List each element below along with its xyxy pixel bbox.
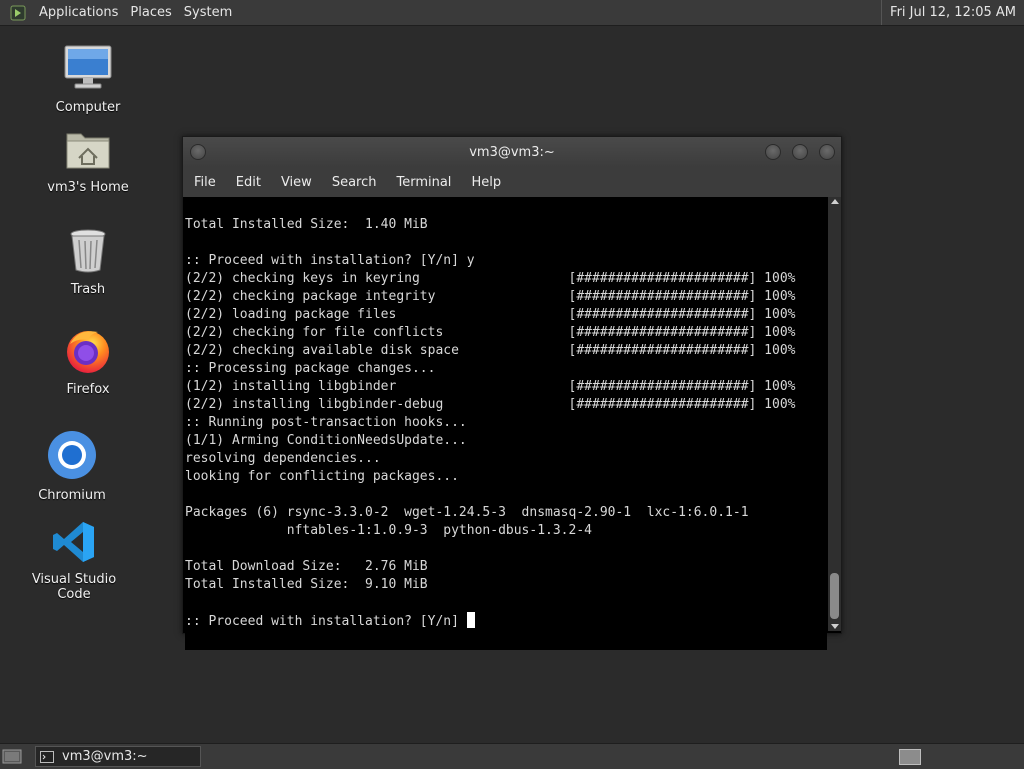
desktop-icon-home[interactable]: vm3's Home xyxy=(33,128,143,195)
scroll-down-arrow-icon[interactable] xyxy=(831,624,839,629)
terminal-prompt: :: Proceed with installation? [Y/n] xyxy=(185,614,467,629)
vscode-icon xyxy=(19,520,129,568)
terminal-line: (1/1) Arming ConditionNeedsUpdate... xyxy=(185,433,467,448)
terminal-line: resolving dependencies... xyxy=(185,451,381,466)
terminal-line: looking for conflicting packages... xyxy=(185,469,459,484)
menu-terminal[interactable]: Terminal xyxy=(386,175,461,190)
firefox-icon xyxy=(33,326,143,378)
clock[interactable]: Fri Jul 12, 12:05 AM xyxy=(881,0,1020,25)
desktop-icon-vscode[interactable]: Visual Studio Code xyxy=(19,520,129,602)
terminal-scrollbar[interactable] xyxy=(828,197,841,631)
desktop-icon-label: Chromium xyxy=(38,488,106,503)
terminal-line: :: Proceed with installation? [Y/n] y xyxy=(185,253,475,268)
terminal-window: vm3@vm3:~ File Edit View Search Terminal… xyxy=(182,136,842,650)
menu-help[interactable]: Help xyxy=(461,175,511,190)
top-panel: Applications Places System Fri Jul 12, 1… xyxy=(0,0,1024,26)
terminal-cursor xyxy=(466,612,475,628)
applications-menu[interactable]: Applications xyxy=(33,0,124,25)
menu-edit[interactable]: Edit xyxy=(226,175,271,190)
desktop-icon-chromium[interactable]: Chromium xyxy=(17,430,127,503)
terminal-line: :: Processing package changes... xyxy=(185,361,436,376)
terminal-menubar: File Edit View Search Terminal Help xyxy=(183,167,841,197)
menu-file[interactable]: File xyxy=(183,175,226,190)
close-icon[interactable] xyxy=(819,144,835,160)
terminal-line: Total Installed Size: 1.40 MiB xyxy=(185,217,428,232)
terminal-line: (1/2) installing libgbinder [###########… xyxy=(185,379,796,394)
home-folder-icon xyxy=(33,128,143,176)
chromium-icon xyxy=(17,430,127,484)
desktop-icon-label: Trash xyxy=(70,282,106,297)
main-menu-icon[interactable] xyxy=(9,4,27,22)
show-desktop-icon[interactable] xyxy=(2,748,22,765)
scrollbar-thumb[interactable] xyxy=(830,573,839,619)
taskbar-terminal-button[interactable]: vm3@vm3:~ xyxy=(35,746,201,767)
maximize-icon[interactable] xyxy=(792,144,808,160)
desktop-icon-label: Firefox xyxy=(66,382,110,397)
terminal-line: (2/2) checking for file conflicts [#####… xyxy=(185,325,796,340)
terminal-prompt-line: :: Proceed with installation? [Y/n] xyxy=(185,612,827,630)
scroll-up-arrow-icon[interactable] xyxy=(831,199,839,204)
terminal-line: (2/2) loading package files [###########… xyxy=(185,307,796,322)
terminal-line: Packages (6) rsync-3.3.0-2 wget-1.24.5-3… xyxy=(185,505,749,520)
desktop-icon-firefox[interactable]: Firefox xyxy=(33,326,143,397)
terminal-line: (2/2) checking keys in keyring [########… xyxy=(185,271,796,286)
terminal-output[interactable]: Total Installed Size: 1.40 MiB:: Proceed… xyxy=(185,197,827,650)
window-title: vm3@vm3:~ xyxy=(469,144,555,160)
desktop-icon-trash[interactable]: Trash xyxy=(33,228,143,297)
menu-view[interactable]: View xyxy=(271,175,322,190)
terminal-line: :: Running post-transaction hooks... xyxy=(185,415,467,430)
bottom-panel: vm3@vm3:~ xyxy=(0,743,1024,769)
terminal-line: (2/2) checking available disk space [###… xyxy=(185,343,796,358)
window-menu-icon[interactable] xyxy=(190,144,206,160)
menu-search[interactable]: Search xyxy=(322,175,387,190)
desktop-icon-computer[interactable]: Computer xyxy=(33,44,143,115)
terminal-line: Total Download Size: 2.76 MiB xyxy=(185,559,428,574)
terminal-icon xyxy=(40,750,54,763)
window-titlebar[interactable]: vm3@vm3:~ xyxy=(183,137,841,167)
places-menu[interactable]: Places xyxy=(124,0,177,25)
terminal-line: nftables-1:1.0.9-3 python-dbus-1.3.2-4 xyxy=(185,523,592,538)
terminal-line: (2/2) checking package integrity [######… xyxy=(185,289,796,304)
workspace-switcher[interactable] xyxy=(899,749,921,765)
trash-icon xyxy=(33,228,143,278)
minimize-icon[interactable] xyxy=(765,144,781,160)
computer-icon xyxy=(33,44,143,96)
terminal-line: (2/2) installing libgbinder-debug [#####… xyxy=(185,397,796,412)
desktop-icon-label: Computer xyxy=(55,100,121,115)
desktop-icon-label: Visual Studio Code xyxy=(31,572,117,602)
desktop-icon-label: vm3's Home xyxy=(47,180,129,195)
system-menu[interactable]: System xyxy=(178,0,238,25)
task-label: vm3@vm3:~ xyxy=(62,749,148,764)
terminal-line: Total Installed Size: 9.10 MiB xyxy=(185,577,428,592)
